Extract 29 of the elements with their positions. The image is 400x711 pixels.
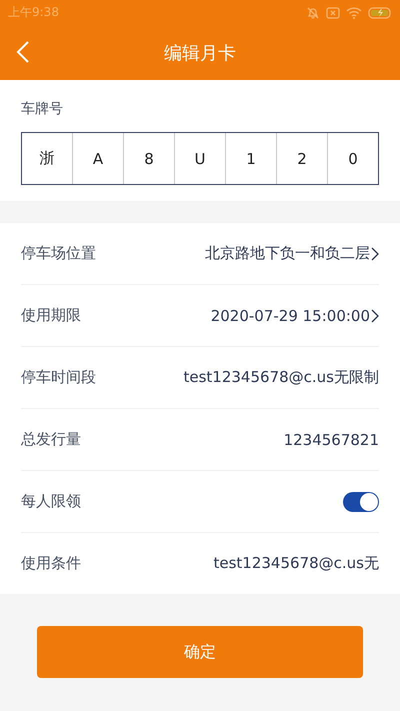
row-label: 总发行量: [21, 430, 81, 449]
row-label: 使用期限: [21, 306, 81, 325]
row-value[interactable]: 2020-07-29 15:00:00: [210, 306, 370, 324]
page-title: 编辑月卡: [164, 42, 236, 64]
chevron-icon[interactable]: [371, 308, 379, 322]
plate-char[interactable]: 2: [276, 133, 327, 184]
row-label: 使用条件: [21, 554, 81, 573]
plate-char[interactable]: 0: [327, 133, 378, 184]
wifi-icon: [346, 6, 362, 18]
mute-bell-icon: [306, 6, 320, 20]
plate-label: 车牌号: [21, 100, 64, 118]
row-value: 1234567821: [284, 430, 379, 448]
plate-char[interactable]: 1: [225, 133, 276, 184]
plate-char[interactable]: 浙: [22, 133, 72, 184]
row-label: 停车时间段: [21, 368, 96, 387]
plate-char[interactable]: U: [174, 133, 225, 184]
plate-char[interactable]: A: [72, 133, 123, 184]
back-icon[interactable]: [16, 41, 30, 63]
toggle-switch[interactable]: [343, 492, 379, 512]
plate-input[interactable]: 浙 A 8 U 1 2 0: [21, 132, 379, 185]
status-time: 上午9:38: [8, 4, 59, 21]
row-value[interactable]: 北京路地下负一和负二层: [205, 244, 370, 263]
row-value: test12345678@c.us无: [214, 554, 379, 573]
plate-char[interactable]: 8: [123, 133, 174, 184]
chevron-icon[interactable]: [371, 246, 379, 260]
row-value: test12345678@c.us无限制: [184, 368, 379, 387]
row-label: 停车场位置: [21, 244, 96, 263]
close-box-icon: [326, 6, 340, 18]
row-label: 每人限领: [21, 492, 81, 511]
